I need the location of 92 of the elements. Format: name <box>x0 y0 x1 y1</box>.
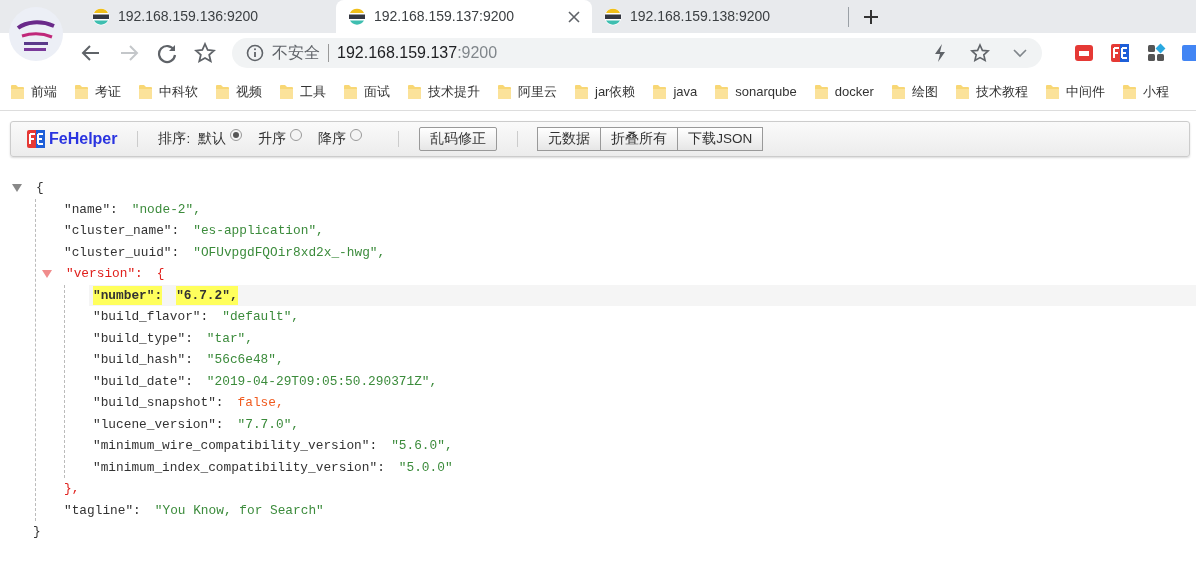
json-key: "build_type": <box>93 328 193 348</box>
sort-label: 排序: <box>158 129 191 148</box>
brand-name: FeHelper <box>49 129 118 149</box>
json-key: "build_snapshot": <box>93 393 224 413</box>
sort-option[interactable]: 升序 <box>258 128 303 150</box>
json-value: "OFUvpgdFQOir8xd2x_-hwg", <box>193 243 386 262</box>
toolbar-button[interactable]: 折叠所有 <box>600 127 679 151</box>
bookmark[interactable]: docker <box>813 81 874 102</box>
browser-tab[interactable]: 192.168.159.137:9200 <box>336 0 592 33</box>
bookmark[interactable]: 前端 <box>10 81 57 102</box>
bookmark[interactable]: 工具 <box>279 81 326 102</box>
bookmark[interactable]: 中科软 <box>138 81 198 102</box>
json-brace: } <box>33 523 41 542</box>
sort-option[interactable]: 降序 <box>318 128 363 150</box>
json-brace: }, <box>64 480 80 499</box>
sort-option[interactable]: 默认 <box>198 128 243 150</box>
json-value: "5.6.0", <box>391 437 453 456</box>
reload-icon[interactable] <box>156 42 178 64</box>
json-value: "6.7.2", <box>176 285 238 305</box>
bookmark[interactable]: 阿里云 <box>497 81 557 102</box>
url-text: 192.168.159.137:9200 <box>337 43 498 63</box>
info-icon <box>246 44 264 62</box>
star-icon[interactable] <box>194 42 216 64</box>
folder-icon <box>1044 83 1060 100</box>
toolbar-button[interactable]: 元数据 <box>537 127 602 151</box>
folder-icon <box>1121 83 1137 100</box>
bookmark[interactable]: 技术提升 <box>407 81 480 102</box>
json-key: "version": <box>66 264 143 284</box>
bookmark[interactable]: 小程 <box>1121 81 1169 102</box>
folder-icon <box>954 83 970 100</box>
folder-icon <box>407 83 422 100</box>
folder-icon <box>74 83 89 100</box>
star-icon[interactable] <box>970 43 990 63</box>
folder-icon <box>215 83 230 100</box>
json-value: "2019-04-29T09:05:50.290371Z", <box>206 372 438 391</box>
close-icon[interactable] <box>568 10 580 23</box>
json-key: "number": <box>93 285 163 305</box>
json-brace: { <box>156 265 165 284</box>
json-value: "You Know, for Search" <box>154 501 324 520</box>
address-bar[interactable]: 不安全 192.168.159.137:9200 <box>232 38 1042 68</box>
lightning-icon[interactable] <box>932 43 948 63</box>
json-key: "lucene_version": <box>93 414 224 434</box>
json-key: "build_hash": <box>93 350 193 370</box>
folder-icon <box>813 83 829 100</box>
folder-icon <box>652 83 668 100</box>
elastic-icon <box>348 7 366 26</box>
json-value: false, <box>237 394 284 413</box>
security-label: 不安全 <box>272 43 320 63</box>
bookmark[interactable]: 考证 <box>74 81 121 102</box>
json-key: "minimum_index_compatibility_version": <box>93 457 385 477</box>
json-key: "name": <box>64 199 118 219</box>
fe-icon[interactable] <box>1110 43 1130 63</box>
json-value: "es-application", <box>193 222 324 241</box>
json-key: "tagline": <box>64 500 141 520</box>
folder-icon <box>497 83 512 100</box>
folder-icon <box>138 83 153 100</box>
apps-icon[interactable] <box>1146 43 1166 63</box>
elastic-icon <box>604 7 622 26</box>
elastic-icon <box>92 7 110 26</box>
bookmark[interactable]: sonarqube <box>714 81 797 102</box>
bookmark[interactable]: java <box>652 81 698 102</box>
bookmark[interactable]: 面试 <box>343 81 390 102</box>
fix-encoding-button[interactable]: 乱码修正 <box>419 127 498 151</box>
json-value: "7.7.0", <box>237 415 299 434</box>
bookmark[interactable]: 技术教程 <box>954 81 1028 102</box>
new-tab-icon[interactable] <box>863 9 879 25</box>
json-value: "5.0.0" <box>398 458 453 477</box>
folder-icon <box>574 83 589 100</box>
bookmark[interactable]: 中间件 <box>1044 81 1105 102</box>
folder-icon <box>279 83 294 100</box>
bookmark[interactable]: jar依赖 <box>574 81 636 102</box>
folder-icon <box>714 83 730 100</box>
json-key: "minimum_wire_compatibility_version": <box>93 436 378 456</box>
json-value: "56c6e48", <box>206 351 284 370</box>
folder-icon <box>890 83 906 100</box>
json-value: "tar", <box>206 329 253 348</box>
fe-icon <box>27 130 45 148</box>
json-brace: { <box>36 179 44 198</box>
folder-icon <box>10 83 25 100</box>
json-key: "build_date": <box>93 371 193 391</box>
folder-icon <box>343 83 358 100</box>
json-key: "build_flavor": <box>93 307 209 327</box>
collapse-icon[interactable] <box>12 182 22 193</box>
json-value: "node-2", <box>131 200 201 219</box>
bookmark[interactable]: 绘图 <box>890 81 938 102</box>
bookmark[interactable]: 视频 <box>215 81 262 102</box>
json-value: "default", <box>222 308 299 327</box>
browser-tab[interactable]: 192.168.159.136:9200 <box>80 0 336 33</box>
json-key: "cluster_name": <box>64 221 180 241</box>
browser-tab[interactable]: 192.168.159.138:9200 <box>592 0 848 33</box>
json-key: "cluster_uuid": <box>64 242 180 262</box>
toolbar-button[interactable]: 下载JSON <box>677 127 764 151</box>
